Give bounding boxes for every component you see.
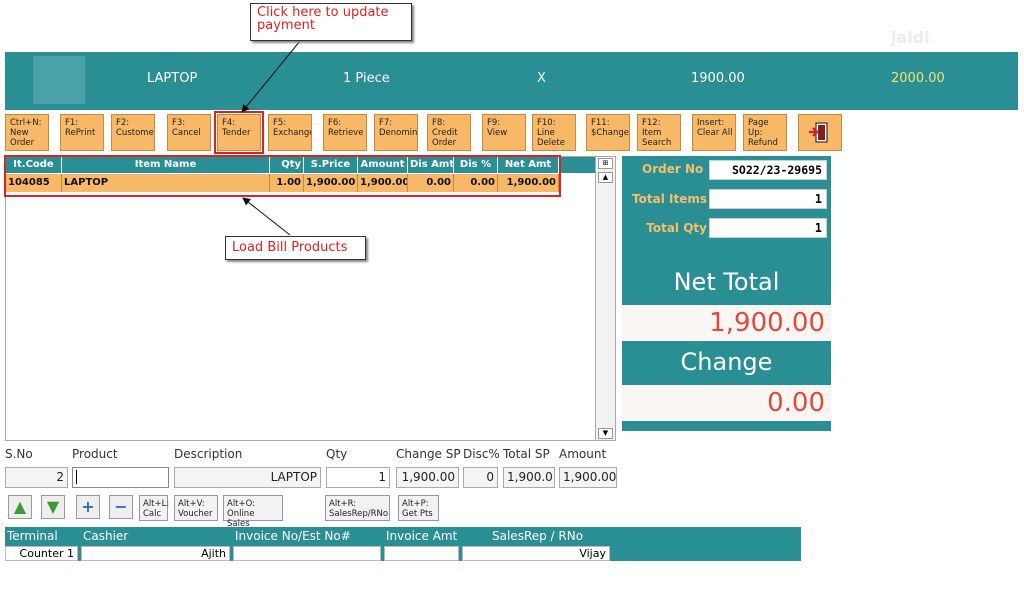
callout-arrows xyxy=(241,40,301,236)
payment-callout: Click here to update payment xyxy=(250,3,412,41)
arrow-to-tender xyxy=(241,40,301,113)
load-bill-callout: Load Bill Products xyxy=(225,236,366,260)
arrow-to-row xyxy=(242,197,291,236)
